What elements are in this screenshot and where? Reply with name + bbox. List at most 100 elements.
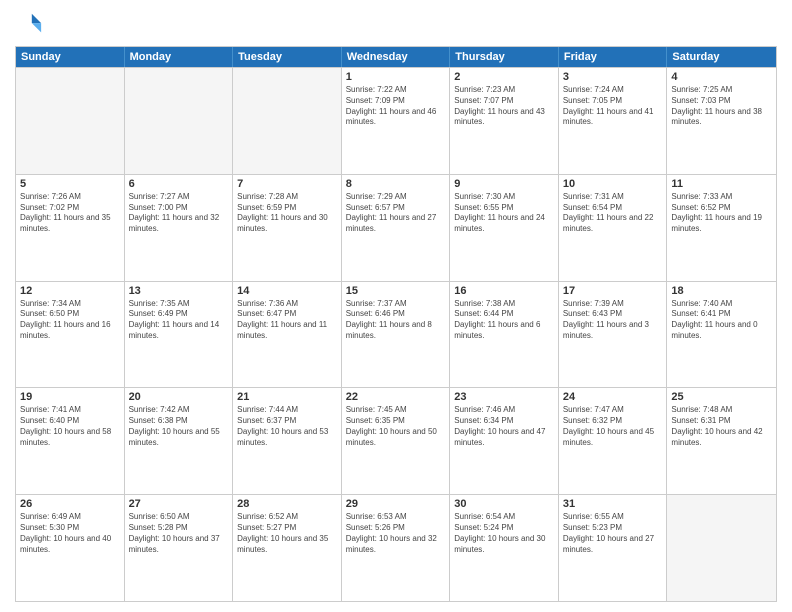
cell-date-number: 4: [671, 71, 772, 83]
cell-date-number: 9: [454, 178, 554, 190]
calendar-cell: 17 Sunrise: 7:39 AMSunset: 6:43 PMDayligh…: [559, 282, 668, 388]
calendar-cell: 18Sunrise: 7:40 AMSunset: 6:41 PMDayligh…: [667, 282, 776, 388]
cell-info: Sunrise: 7:34 AMSunset: 6:50 PMDaylight:…: [20, 299, 120, 342]
header-day-friday: Friday: [559, 47, 668, 67]
cell-date-number: 17: [563, 285, 663, 297]
cell-info: Sunrise: 7:39 AMSunset: 6:43 PMDaylight:…: [563, 299, 663, 342]
calendar-cell: 31 Sunrise: 6:55 AMSunset: 5:23 PMDayligh…: [559, 495, 668, 601]
header-day-tuesday: Tuesday: [233, 47, 342, 67]
page: SundayMondayTuesdayWednesdayThursdayFrid…: [0, 0, 792, 612]
cell-date-number: 13: [129, 285, 229, 297]
cell-info: Sunrise: 7:35 AMSunset: 6:49 PMDaylight:…: [129, 299, 229, 342]
cell-date-number: 20: [129, 391, 229, 403]
calendar-cell: 6Sunrise: 7:27 AMSunset: 7:00 PMDaylight…: [125, 175, 234, 281]
calendar-row-2: 5 Sunrise: 7:26 AMSunset: 7:02 PMDaylight…: [16, 174, 776, 281]
calendar-row-3: 12 Sunrise: 7:34 AMSunset: 6:50 PMDayligh…: [16, 281, 776, 388]
calendar-cell: 10Sunrise: 7:31 AMSunset: 6:54 PMDayligh…: [559, 175, 668, 281]
cell-info: Sunrise: 7:45 AMSunset: 6:35 PMDaylight:…: [346, 405, 446, 448]
cell-date-number: 14: [237, 285, 337, 297]
calendar-cell: [667, 495, 776, 601]
header-day-thursday: Thursday: [450, 47, 559, 67]
cell-info: Sunrise: 6:50 AMSunset: 5:28 PMDaylight:…: [129, 512, 229, 555]
cell-info: Sunrise: 7:41 AMSunset: 6:40 PMDaylight:…: [20, 405, 120, 448]
calendar-cell: 15 Sunrise: 7:37 AMSunset: 6:46 PMDayligh…: [342, 282, 451, 388]
calendar-cell: [125, 68, 234, 174]
cell-info: Sunrise: 7:38 AMSunset: 6:44 PMDaylight:…: [454, 299, 554, 342]
cell-date-number: 24: [563, 391, 663, 403]
cell-info: Sunrise: 7:28 AMSunset: 6:59 PMDaylight:…: [237, 192, 337, 235]
header-day-monday: Monday: [125, 47, 234, 67]
cell-info: Sunrise: 7:48 AMSunset: 6:31 PMDaylight:…: [671, 405, 772, 448]
calendar-cell: 30 Sunrise: 6:54 AMSunset: 5:24 PMDayligh…: [450, 495, 559, 601]
cell-date-number: 30: [454, 498, 554, 510]
calendar-row-4: 19 Sunrise: 7:41 AMSunset: 6:40 PMDayligh…: [16, 387, 776, 494]
cell-info: Sunrise: 7:37 AMSunset: 6:46 PMDaylight:…: [346, 299, 446, 342]
cell-info: Sunrise: 6:55 AMSunset: 5:23 PMDaylight:…: [563, 512, 663, 555]
calendar-cell: 28 Sunrise: 6:52 AMSunset: 5:27 PMDayligh…: [233, 495, 342, 601]
cell-date-number: 26: [20, 498, 120, 510]
calendar-cell: [233, 68, 342, 174]
calendar-cell: 19 Sunrise: 7:41 AMSunset: 6:40 PMDayligh…: [16, 388, 125, 494]
header: [15, 10, 777, 38]
cell-date-number: 12: [20, 285, 120, 297]
calendar-row-1: 1Sunrise: 7:22 AMSunset: 7:09 PMDaylight…: [16, 67, 776, 174]
cell-date-number: 25: [671, 391, 772, 403]
cell-info: Sunrise: 7:33 AMSunset: 6:52 PMDaylight:…: [671, 192, 772, 235]
calendar: SundayMondayTuesdayWednesdayThursdayFrid…: [15, 46, 777, 602]
calendar-cell: 14 Sunrise: 7:36 AMSunset: 6:47 PMDayligh…: [233, 282, 342, 388]
cell-date-number: 19: [20, 391, 120, 403]
cell-info: Sunrise: 7:24 AMSunset: 7:05 PMDaylight:…: [563, 85, 663, 128]
calendar-body: 1Sunrise: 7:22 AMSunset: 7:09 PMDaylight…: [16, 67, 776, 601]
cell-info: Sunrise: 6:49 AMSunset: 5:30 PMDaylight:…: [20, 512, 120, 555]
calendar-row-5: 26 Sunrise: 6:49 AMSunset: 5:30 PMDayligh…: [16, 494, 776, 601]
cell-date-number: 8: [346, 178, 446, 190]
cell-date-number: 6: [129, 178, 229, 190]
cell-date-number: 21: [237, 391, 337, 403]
cell-date-number: 29: [346, 498, 446, 510]
cell-info: Sunrise: 7:47 AMSunset: 6:32 PMDaylight:…: [563, 405, 663, 448]
calendar-cell: 7Sunrise: 7:28 AMSunset: 6:59 PMDaylight…: [233, 175, 342, 281]
calendar-cell: 9 Sunrise: 7:30 AMSunset: 6:55 PMDaylight…: [450, 175, 559, 281]
header-day-saturday: Saturday: [667, 47, 776, 67]
cell-info: Sunrise: 7:23 AMSunset: 7:07 PMDaylight:…: [454, 85, 554, 128]
calendar-cell: 29 Sunrise: 6:53 AMSunset: 5:26 PMDayligh…: [342, 495, 451, 601]
cell-date-number: 10: [563, 178, 663, 190]
calendar-cell: 8Sunrise: 7:29 AMSunset: 6:57 PMDaylight…: [342, 175, 451, 281]
calendar-cell: 21Sunrise: 7:44 AMSunset: 6:37 PMDayligh…: [233, 388, 342, 494]
cell-info: Sunrise: 6:54 AMSunset: 5:24 PMDaylight:…: [454, 512, 554, 555]
calendar-cell: 1Sunrise: 7:22 AMSunset: 7:09 PMDaylight…: [342, 68, 451, 174]
calendar-cell: [16, 68, 125, 174]
cell-date-number: 3: [563, 71, 663, 83]
cell-date-number: 1: [346, 71, 446, 83]
calendar-cell: 24 Sunrise: 7:47 AMSunset: 6:32 PMDayligh…: [559, 388, 668, 494]
cell-info: Sunrise: 7:46 AMSunset: 6:34 PMDaylight:…: [454, 405, 554, 448]
cell-info: Sunrise: 7:25 AMSunset: 7:03 PMDaylight:…: [671, 85, 772, 128]
cell-info: Sunrise: 6:53 AMSunset: 5:26 PMDaylight:…: [346, 512, 446, 555]
cell-date-number: 27: [129, 498, 229, 510]
cell-info: Sunrise: 7:40 AMSunset: 6:41 PMDaylight:…: [671, 299, 772, 342]
cell-info: Sunrise: 7:36 AMSunset: 6:47 PMDaylight:…: [237, 299, 337, 342]
calendar-cell: 23 Sunrise: 7:46 AMSunset: 6:34 PMDayligh…: [450, 388, 559, 494]
cell-date-number: 11: [671, 178, 772, 190]
cell-date-number: 22: [346, 391, 446, 403]
cell-date-number: 2: [454, 71, 554, 83]
cell-info: Sunrise: 7:26 AMSunset: 7:02 PMDaylight:…: [20, 192, 120, 235]
cell-info: Sunrise: 7:30 AMSunset: 6:55 PMDaylight:…: [454, 192, 554, 235]
cell-date-number: 5: [20, 178, 120, 190]
cell-date-number: 31: [563, 498, 663, 510]
calendar-cell: 22 Sunrise: 7:45 AMSunset: 6:35 PMDayligh…: [342, 388, 451, 494]
calendar-cell: 13 Sunrise: 7:35 AMSunset: 6:49 PMDayligh…: [125, 282, 234, 388]
calendar-cell: 5 Sunrise: 7:26 AMSunset: 7:02 PMDaylight…: [16, 175, 125, 281]
calendar-cell: 3 Sunrise: 7:24 AMSunset: 7:05 PMDaylight…: [559, 68, 668, 174]
cell-date-number: 23: [454, 391, 554, 403]
cell-info: Sunrise: 7:42 AMSunset: 6:38 PMDaylight:…: [129, 405, 229, 448]
calendar-cell: 27 Sunrise: 6:50 AMSunset: 5:28 PMDayligh…: [125, 495, 234, 601]
calendar-cell: 20 Sunrise: 7:42 AMSunset: 6:38 PMDayligh…: [125, 388, 234, 494]
cell-info: Sunrise: 6:52 AMSunset: 5:27 PMDaylight:…: [237, 512, 337, 555]
cell-date-number: 15: [346, 285, 446, 297]
calendar-cell: 16Sunrise: 7:38 AMSunset: 6:44 PMDayligh…: [450, 282, 559, 388]
header-day-sunday: Sunday: [16, 47, 125, 67]
calendar-cell: 26 Sunrise: 6:49 AMSunset: 5:30 PMDayligh…: [16, 495, 125, 601]
cell-date-number: 28: [237, 498, 337, 510]
calendar-header: SundayMondayTuesdayWednesdayThursdayFrid…: [16, 47, 776, 67]
